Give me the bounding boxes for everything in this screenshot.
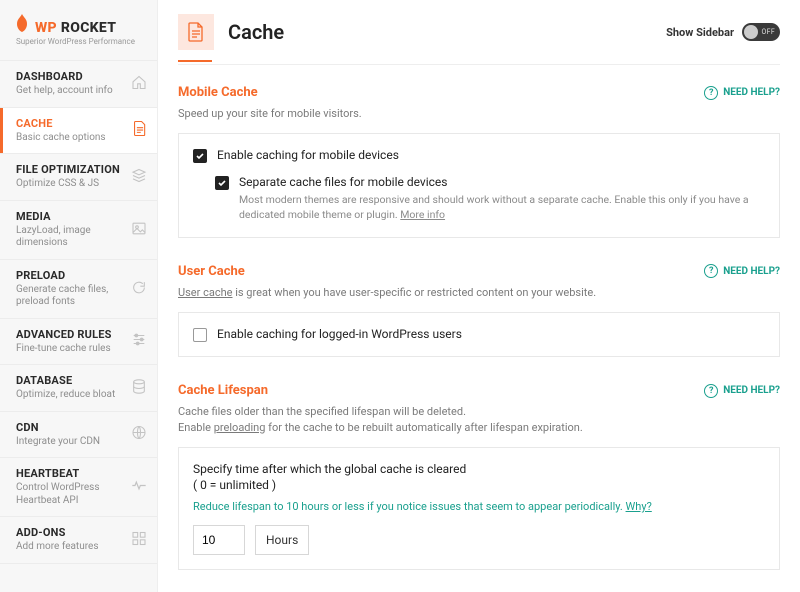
section-intro-mobile: Speed up your site for mobile visitors.: [178, 106, 780, 121]
nav-item-desc: Fine-tune cache rules: [16, 343, 127, 356]
sidebar-toggle[interactable]: OFF: [742, 23, 780, 41]
need-help-label: NEED HELP?: [723, 385, 780, 396]
nav-item-desc: LazyLoad, image dimensions: [16, 225, 127, 250]
brand-tagline: Superior WordPress Performance: [16, 37, 143, 46]
user-cache-box: Enable caching for logged-in WordPress u…: [178, 312, 780, 357]
globe-icon: [131, 425, 147, 444]
section-cache-lifespan: Cache Lifespan ? NEED HELP? Cache files …: [178, 363, 780, 576]
sidebar-item-heartbeat[interactable]: HEARTBEAT Control WordPress Heartbeat API: [0, 458, 157, 517]
sidebar-item-preload[interactable]: PRELOAD Generate cache files, preload fon…: [0, 260, 157, 319]
nav-item-desc: Integrate your CDN: [16, 436, 127, 449]
sidebar-item-cdn[interactable]: CDN Integrate your CDN: [0, 412, 157, 459]
database-icon: [131, 378, 147, 397]
preloading-link[interactable]: preloading: [214, 421, 266, 434]
need-help-label: NEED HELP?: [723, 266, 780, 277]
nav-item-desc: Optimize, reduce bloat: [16, 389, 127, 402]
section-user-cache: User Cache ? NEED HELP? User cache is gr…: [178, 244, 780, 363]
nav-item-desc: Optimize CSS & JS: [16, 178, 127, 191]
toggle-state-text: OFF: [762, 28, 775, 36]
help-icon: ?: [704, 384, 718, 398]
sliders-icon: [131, 332, 147, 351]
nav-item-desc: Generate cache files, preload fonts: [16, 284, 127, 309]
section-title-mobile: Mobile Cache: [178, 85, 704, 100]
page-title: Cache: [228, 20, 666, 44]
help-icon: ?: [704, 86, 718, 100]
sidebar-item-media[interactable]: MEDIA LazyLoad, image dimensions: [0, 201, 157, 260]
nav-item-title: CACHE: [16, 117, 127, 130]
opt-label-mobile-caching: Enable caching for mobile devices: [217, 148, 399, 162]
lifespan-tip: Reduce lifespan to 10 hours or less if y…: [193, 500, 765, 513]
main-content: Cache Show Sidebar OFF Mobile Cache ? NE…: [158, 0, 800, 592]
lifespan-box-sub: ( 0 = unlimited ): [193, 478, 765, 492]
nav-item-title: CDN: [16, 421, 127, 434]
lifespan-value-input[interactable]: [193, 525, 245, 555]
nav-item-title: HEARTBEAT: [16, 467, 127, 480]
lifespan-why-link[interactable]: Why?: [626, 500, 652, 513]
opt-label-separate-mobile: Separate cache files for mobile devices: [239, 175, 765, 189]
mobile-cache-box: Enable caching for mobile devices Separa…: [178, 133, 780, 237]
checkbox-user-caching[interactable]: [193, 328, 207, 342]
sidebar-item-database[interactable]: DATABASE Optimize, reduce bloat: [0, 365, 157, 412]
nav-item-desc: Get help, account info: [16, 85, 127, 98]
image-icon: [131, 220, 147, 239]
brand-rocket: ROCKET: [61, 20, 116, 36]
stack-icon: [131, 167, 147, 186]
nav-item-title: DATABASE: [16, 374, 127, 387]
nav-item-title: FILE OPTIMIZATION: [16, 163, 127, 176]
need-help-label: NEED HELP?: [723, 87, 780, 98]
puzzle-icon: [131, 530, 147, 549]
brand-block: WP ROCKET Superior WordPress Performance: [0, 0, 157, 54]
need-help-mobile[interactable]: ? NEED HELP?: [704, 86, 780, 100]
sidebar-item-add-ons[interactable]: ADD-ONS Add more features: [0, 517, 157, 564]
opt-sub-separate-mobile: Most modern themes are responsive and sh…: [239, 193, 765, 222]
checkbox-mobile-caching[interactable]: [193, 149, 207, 163]
page-header: Cache Show Sidebar OFF: [178, 14, 780, 60]
need-help-lifespan[interactable]: ? NEED HELP?: [704, 384, 780, 398]
nav-item-desc: Basic cache options: [16, 132, 127, 145]
show-sidebar-control: Show Sidebar OFF: [666, 23, 780, 41]
page-icon: [133, 121, 147, 140]
sidebar-item-file-optimization[interactable]: FILE OPTIMIZATION Optimize CSS & JS: [0, 154, 157, 201]
nav-item-title: PRELOAD: [16, 269, 127, 282]
logo-flame-icon: [16, 14, 29, 35]
nav-item-desc: Control WordPress Heartbeat API: [16, 482, 127, 507]
help-icon: ?: [704, 264, 718, 278]
nav-item-title: ADD-ONS: [16, 526, 127, 539]
opt-label-user-caching: Enable caching for logged-in WordPress u…: [217, 327, 462, 341]
user-cache-link[interactable]: User cache: [178, 286, 233, 299]
brand-wp: WP: [35, 20, 57, 36]
sidebar-item-dashboard[interactable]: DASHBOARD Get help, account info: [0, 60, 157, 108]
lifespan-box-title: Specify time after which the global cach…: [193, 462, 765, 476]
nav-item-title: ADVANCED RULES: [16, 328, 127, 341]
nav-item-title: DASHBOARD: [16, 70, 127, 83]
section-intro-lifespan: Cache files older than the specified lif…: [178, 404, 780, 435]
nav-item-desc: Add more features: [16, 541, 127, 554]
section-mobile-cache: Mobile Cache ? NEED HELP? Speed up your …: [178, 65, 780, 244]
nav-item-title: MEDIA: [16, 210, 127, 223]
need-help-user[interactable]: ? NEED HELP?: [704, 264, 780, 278]
lifespan-unit-select[interactable]: Hours: [255, 525, 309, 555]
section-title-user: User Cache: [178, 264, 704, 279]
show-sidebar-label: Show Sidebar: [666, 26, 734, 39]
checkbox-separate-mobile-cache[interactable]: [215, 176, 229, 190]
more-info-link[interactable]: More info: [400, 208, 445, 221]
refresh-icon: [131, 279, 147, 298]
lifespan-box: Specify time after which the global cach…: [178, 447, 780, 570]
page-icon: [178, 14, 214, 50]
toggle-knob-icon: [744, 25, 758, 39]
sidebar-nav: WP ROCKET Superior WordPress Performance…: [0, 0, 158, 592]
section-intro-user: User cache is great when you have user-s…: [178, 285, 780, 300]
sidebar-item-advanced-rules[interactable]: ADVANCED RULES Fine-tune cache rules: [0, 319, 157, 366]
heartbeat-icon: [131, 478, 147, 497]
sidebar-item-cache[interactable]: CACHE Basic cache options: [0, 108, 157, 155]
header-active-indicator: [178, 60, 212, 62]
section-title-lifespan: Cache Lifespan: [178, 383, 704, 398]
home-icon: [131, 74, 147, 93]
